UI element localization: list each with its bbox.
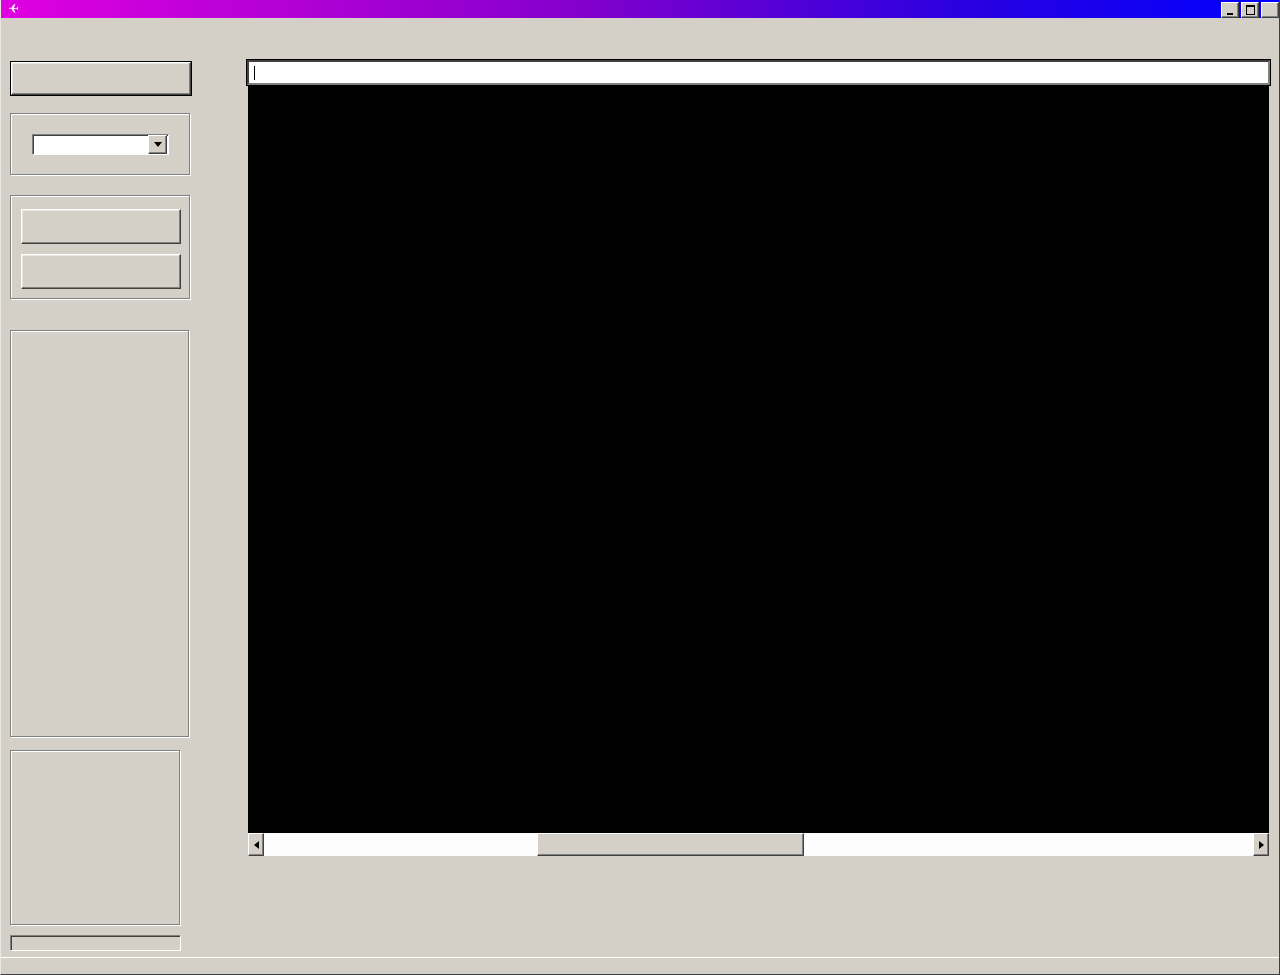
arrow-right-icon — [1259, 841, 1264, 849]
chart-svg — [248, 86, 1269, 833]
menu-bar — [1, 18, 1280, 39]
bottom-strip — [1, 957, 1280, 975]
title-bar[interactable]: ✈ — [1, 0, 1280, 18]
app-window: ✈ — [0, 0, 1280, 975]
close-button[interactable] — [1261, 2, 1279, 18]
get-data-button[interactable] — [11, 62, 191, 95]
display-button[interactable] — [21, 209, 181, 244]
minimize-icon — [1227, 13, 1233, 15]
arrow-left-icon — [254, 841, 259, 849]
scroll-right-button[interactable] — [1253, 833, 1269, 856]
minimize-button[interactable] — [1221, 2, 1239, 18]
chart-plot[interactable] — [248, 86, 1269, 833]
legend-group — [10, 750, 180, 925]
text-caret — [254, 66, 255, 80]
recording-live-button[interactable] — [21, 254, 181, 289]
scroll-left-button[interactable] — [248, 833, 264, 856]
chart-scrollbar[interactable] — [248, 833, 1269, 856]
window-controls — [1221, 2, 1279, 18]
restore-button[interactable] — [1241, 2, 1259, 18]
restore-icon — [1246, 5, 1255, 15]
statistics-box — [10, 330, 189, 737]
status-field — [10, 935, 181, 951]
notes-input[interactable] — [247, 60, 1270, 85]
chevron-down-icon — [154, 142, 162, 147]
mission-select[interactable] — [32, 134, 169, 155]
mission-select-dropdown-button[interactable] — [148, 135, 167, 154]
scrollbar-thumb[interactable] — [537, 833, 804, 856]
app-icon: ✈ — [3, 2, 19, 16]
